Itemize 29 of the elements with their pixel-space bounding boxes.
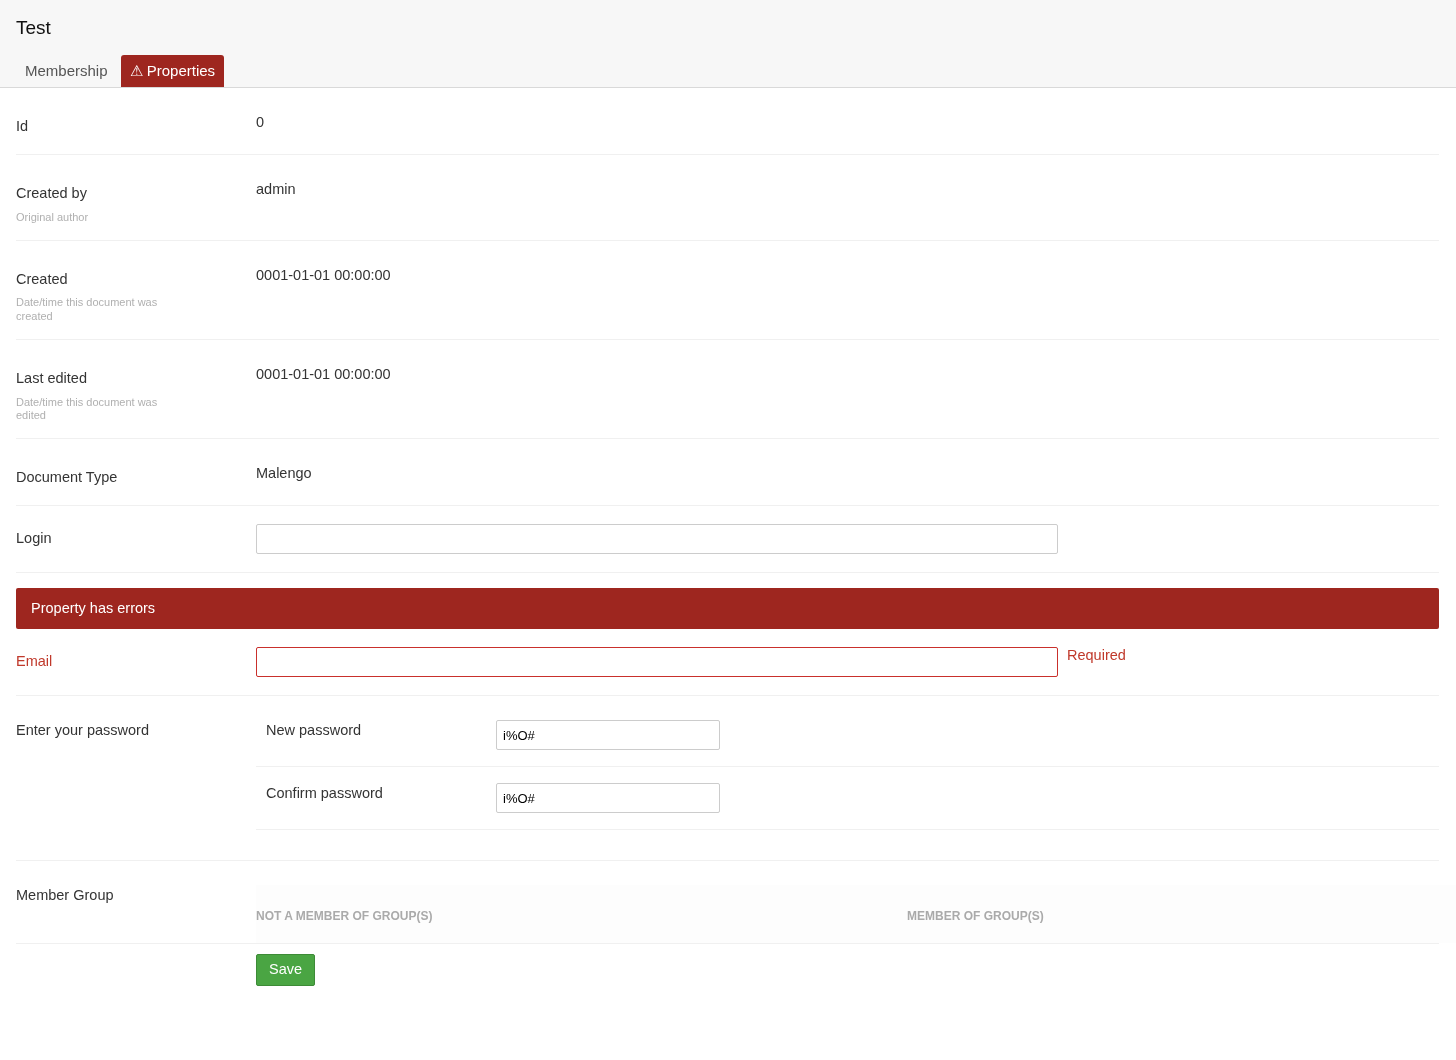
field-value: 0 xyxy=(256,113,265,132)
field-label: Document Type xyxy=(16,467,119,487)
input-field[interactable] xyxy=(256,647,1058,678)
error-banner: Property has errors xyxy=(16,587,1439,630)
field-value: 0001-01-01 00:00:00 xyxy=(256,265,391,285)
page-title: Test xyxy=(16,16,52,40)
field-label: Created by xyxy=(16,183,88,203)
field-label: Enter your password xyxy=(16,721,150,741)
error-message: Required xyxy=(1067,646,1126,666)
tab[interactable]: ⚠ Properties xyxy=(120,54,225,87)
field-label: Email xyxy=(16,652,54,672)
field-value: admin xyxy=(256,179,296,199)
field-label: Last edited xyxy=(16,368,88,388)
password-field[interactable]: i%O# xyxy=(496,783,720,814)
tab[interactable]: Membership xyxy=(16,54,117,87)
field-description: Date/time this document was edited xyxy=(16,395,159,422)
field-description: Date/time this document was created xyxy=(16,296,159,323)
column-heading: MEMBER OF GROUP(S) xyxy=(907,908,1045,926)
field-label: Member Group xyxy=(16,886,115,906)
field-label: New password xyxy=(266,721,363,741)
password-field[interactable]: i%O# xyxy=(496,720,720,751)
field-label: Created xyxy=(16,269,69,289)
field-value: 0001-01-01 00:00:00 xyxy=(256,364,391,384)
field-description: Original author xyxy=(16,210,90,224)
field-label: Id xyxy=(16,117,30,136)
column-heading: NOT A MEMBER OF GROUP(S) xyxy=(256,908,434,926)
field-label: Confirm password xyxy=(266,784,384,804)
field-label: Login xyxy=(16,528,53,548)
field-value: Malengo xyxy=(256,463,312,483)
